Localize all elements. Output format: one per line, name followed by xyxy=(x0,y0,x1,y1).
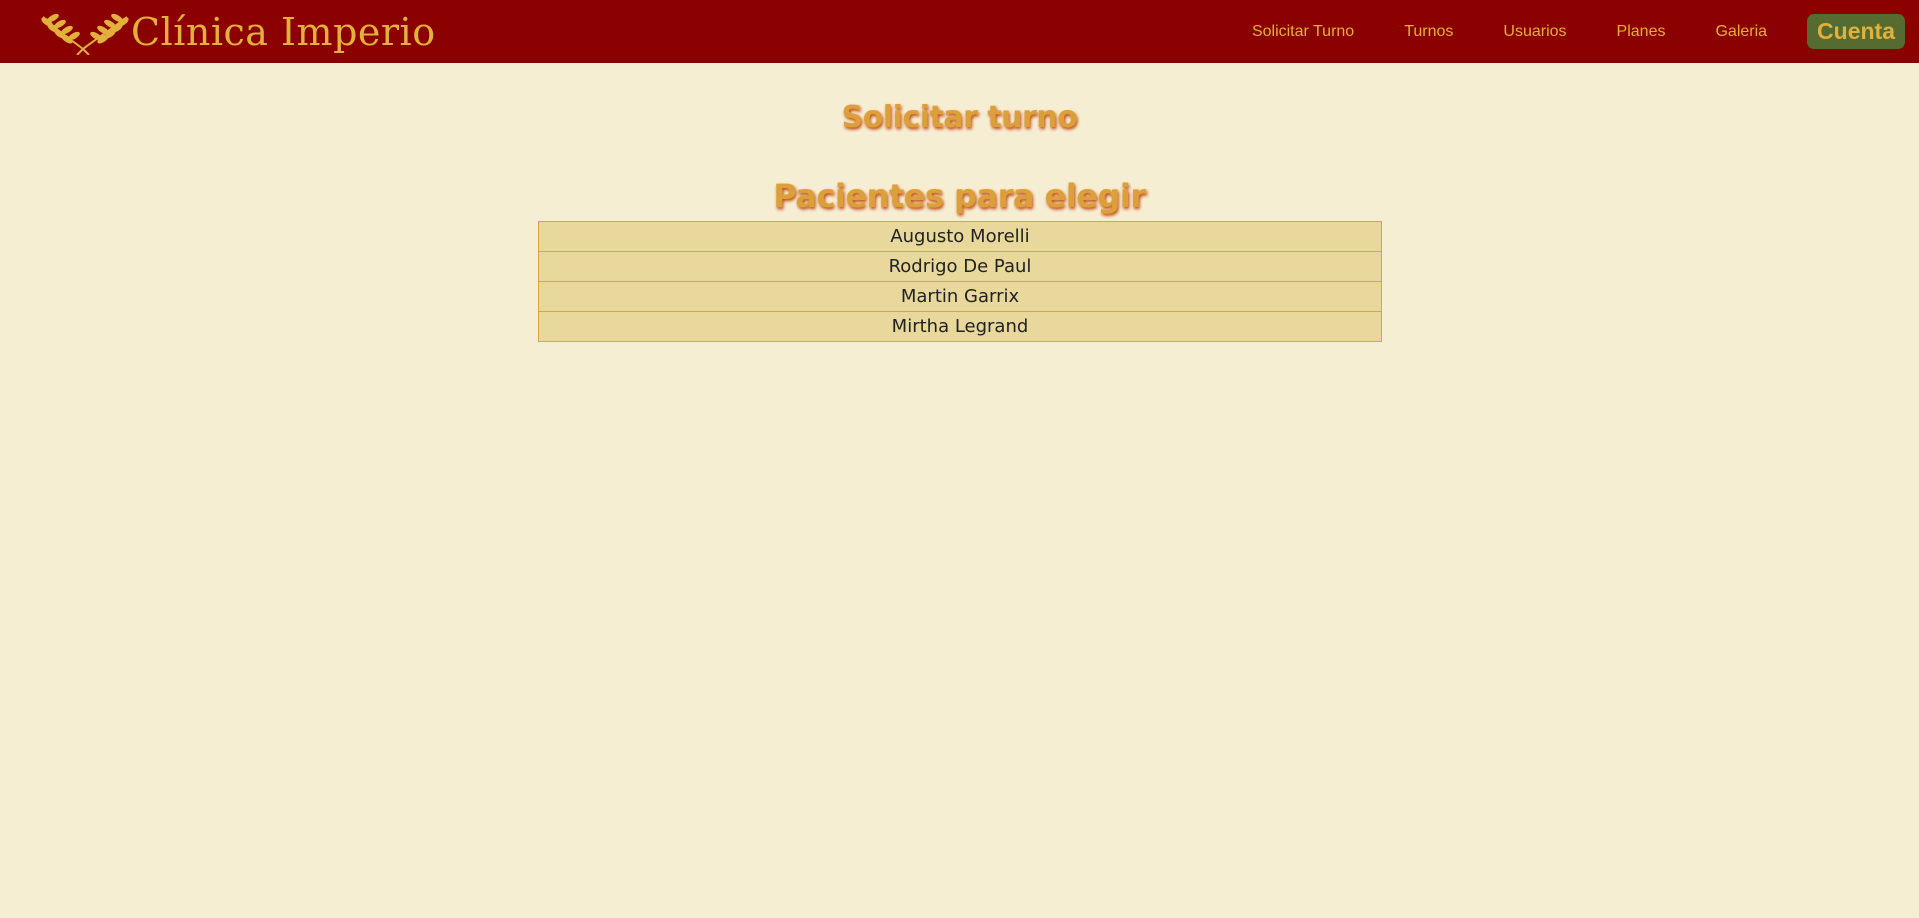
nav-usuarios[interactable]: Usuarios xyxy=(1503,23,1566,41)
brand-name: Clínica Imperio xyxy=(131,10,436,54)
patient-item[interactable]: Mirtha Legrand xyxy=(539,312,1381,341)
patient-item[interactable]: Martin Garrix xyxy=(539,282,1381,312)
nav-links: Solicitar Turno Turnos Usuarios Planes G… xyxy=(1252,0,1919,63)
patient-item[interactable]: Augusto Morelli xyxy=(539,222,1381,252)
nav-planes[interactable]: Planes xyxy=(1617,23,1666,41)
laurel-wreath-icon xyxy=(41,13,129,55)
account-button[interactable]: Cuenta xyxy=(1807,14,1905,49)
nav-turnos[interactable]: Turnos xyxy=(1404,23,1453,41)
page-title: Solicitar turno xyxy=(841,100,1078,135)
patients-section-title: Pacientes para elegir xyxy=(773,177,1146,215)
nav-galeria[interactable]: Galeria xyxy=(1715,23,1767,41)
patient-item[interactable]: Rodrigo De Paul xyxy=(539,252,1381,282)
nav-solicitar-turno[interactable]: Solicitar Turno xyxy=(1252,23,1354,41)
navbar: Clínica Imperio Solicitar Turno Turnos U… xyxy=(0,0,1919,63)
patient-list: Augusto Morelli Rodrigo De Paul Martin G… xyxy=(538,221,1382,342)
brand-link[interactable]: Clínica Imperio xyxy=(39,8,436,56)
